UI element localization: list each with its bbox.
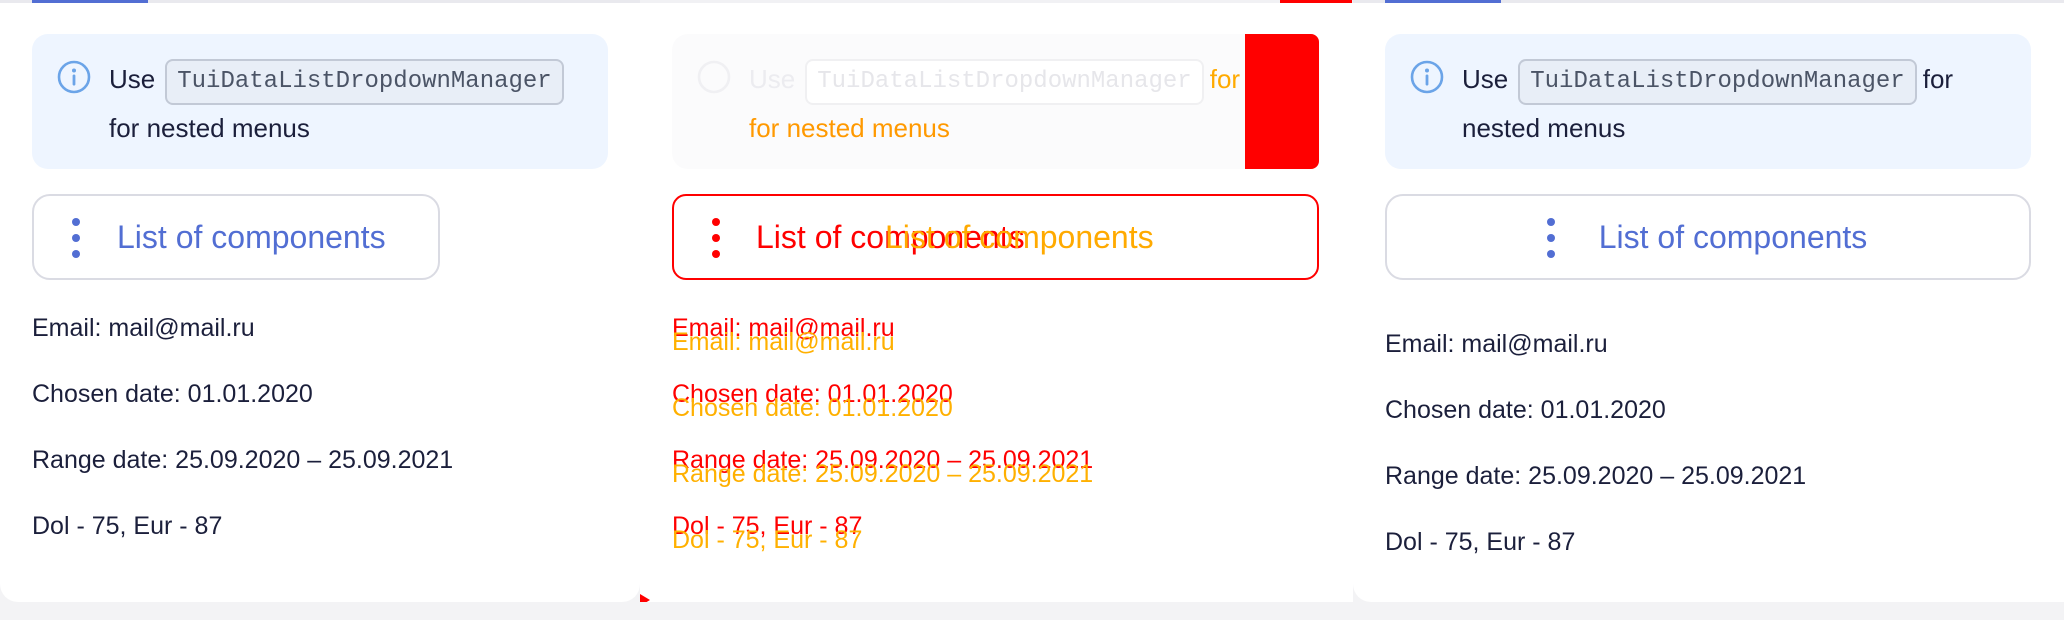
- notice-prefix: Use: [109, 64, 156, 94]
- diff-dropdown-button[interactable]: List of components List of components: [672, 194, 1319, 280]
- notice-prefix: Use: [749, 64, 796, 94]
- range-date-text: Range date: 25.09.2020 – 25.09.2021: [1385, 462, 1807, 490]
- notice-overlay-suffix: for nested menus: [749, 113, 950, 143]
- notice-code: TuiDataListDropdownManager: [1518, 59, 1917, 105]
- info-circle-icon: [57, 60, 91, 94]
- notice-code: TuiDataListDropdownManager: [165, 59, 564, 105]
- currency-text: Dol - 75, Eur - 87: [1385, 528, 1576, 556]
- more-vertical-icon: [712, 218, 720, 258]
- email-text: Email: mail@mail.ru: [1385, 330, 1608, 358]
- list-of-components-button[interactable]: List of components: [32, 194, 440, 280]
- currency-text-ghost: Dol - 75, Eur - 87: [672, 526, 863, 554]
- dropdown-label: List of components: [1598, 219, 1868, 255]
- notice-suffix-line1: for: [1922, 64, 1954, 94]
- notice-code: TuiDataListDropdownManager: [805, 59, 1204, 105]
- list-of-components-button[interactable]: List of components: [1385, 194, 2031, 280]
- active-tab-indicator: [32, 0, 148, 3]
- info-circle-icon: [1410, 60, 1444, 94]
- top-divider: [640, 0, 1353, 3]
- diff-tab-indicator: [1280, 0, 1352, 3]
- chosen-date-text: Chosen date: 01.01.2020: [1385, 396, 1666, 424]
- notice-prefix: Use: [1462, 64, 1509, 94]
- email-text: Email: mail@mail.ru: [32, 314, 255, 342]
- active-tab-indicator: [1385, 0, 1501, 3]
- nested-menus-notice: Use TuiDataListDropdownManager for nested …: [1385, 34, 2031, 169]
- panel-right: Use TuiDataListDropdownManager for nested …: [1353, 0, 2064, 602]
- notice-overlay-for: for: [1209, 64, 1241, 94]
- notice-suffix-line2: nested menus: [1462, 113, 1626, 143]
- notice-suffix: for nested menus: [109, 113, 310, 143]
- more-vertical-icon: [72, 218, 80, 258]
- nested-menus-notice: Use TuiDataListDropdownManager for nested…: [32, 34, 608, 169]
- range-date-text-ghost: Range date: 25.09.2020 – 25.09.2021: [672, 460, 1094, 488]
- panel-diff: Use TuiDataListDropdownManager for for nes…: [640, 0, 1353, 602]
- info-circle-icon: [697, 60, 731, 94]
- range-date-text: Range date: 25.09.2020 – 25.09.2021: [32, 446, 454, 474]
- dropdown-label: List of components: [117, 219, 386, 255]
- chosen-date-text: Chosen date: 01.01.2020: [32, 380, 313, 408]
- diff-notice: Use TuiDataListDropdownManager for for nes…: [672, 34, 1319, 169]
- panel-left: Use TuiDataListDropdownManager for nested…: [0, 0, 640, 602]
- dropdown-overlay-label: List of components: [885, 219, 1154, 255]
- chosen-date-text-ghost: Chosen date: 01.01.2020: [672, 394, 953, 422]
- currency-text: Dol - 75, Eur - 87: [32, 512, 223, 540]
- email-text-ghost: Email: mail@mail.ru: [672, 328, 895, 356]
- diff-edge-marker: [640, 594, 650, 602]
- more-vertical-icon: [1547, 218, 1555, 258]
